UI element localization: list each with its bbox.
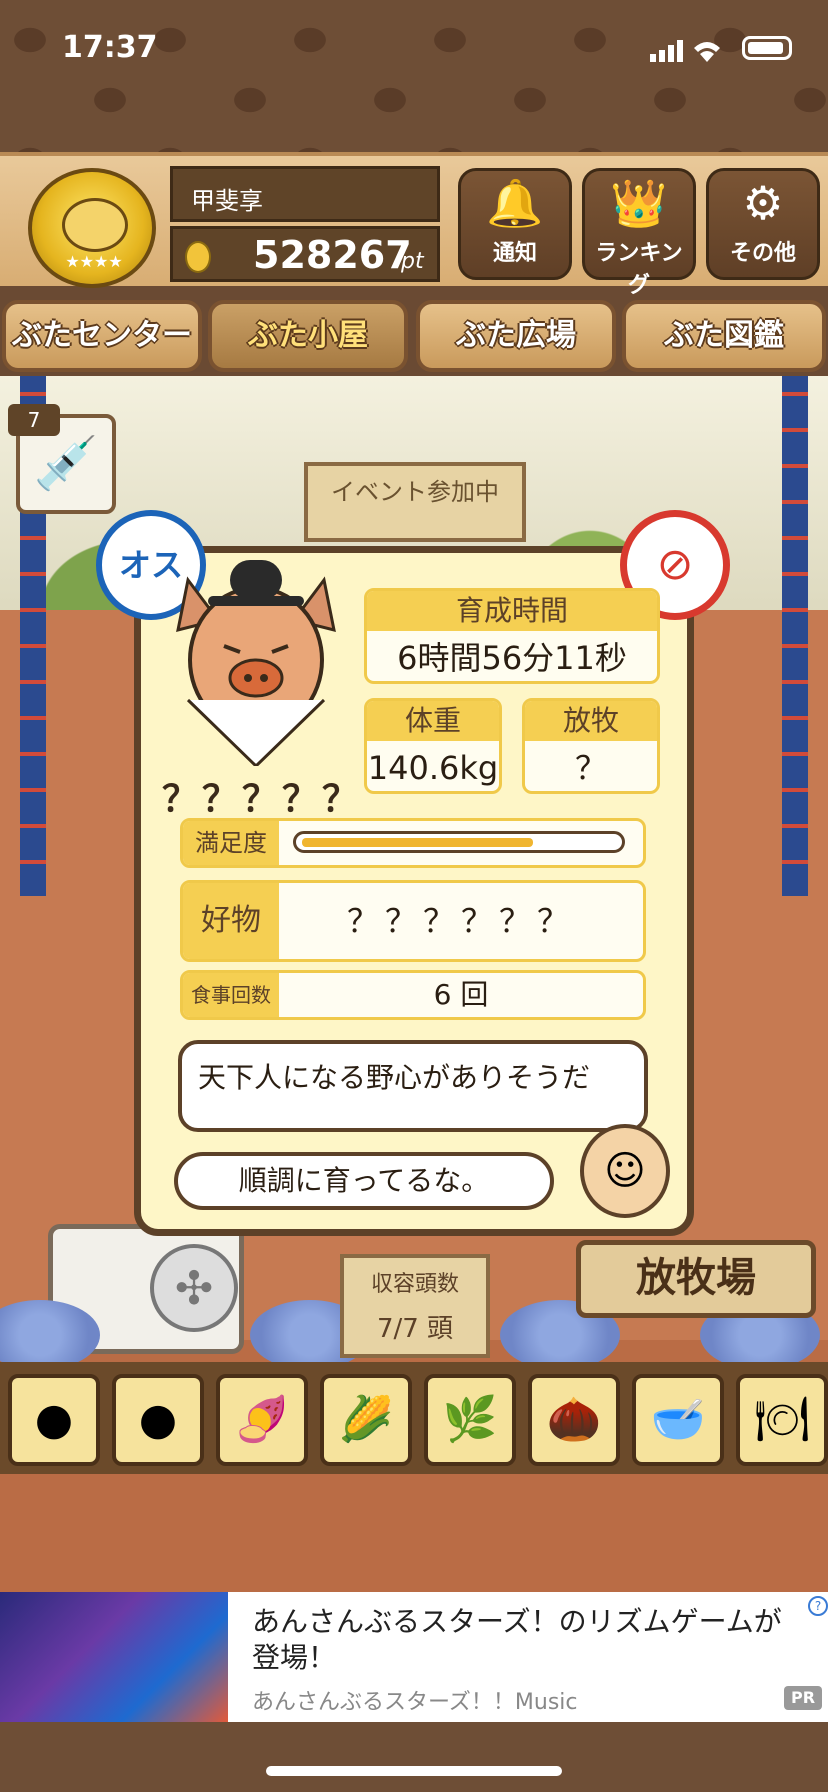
tab-buta-koya[interactable]: ぶた小屋 [208,300,408,372]
meals-value: 6 回 [433,978,489,1011]
notification-label: 通知 [492,241,537,266]
signal-wifi-icon [650,40,720,62]
grazing-value: ？ [574,749,607,787]
meals-label: 食事回数 [183,973,279,1017]
bottom-pattern-background [0,1722,828,1792]
ad-info-icon[interactable]: ? [808,1596,828,1616]
user-name: 甲斐享 [170,166,440,222]
pig-name: ？？？？？ [162,779,363,820]
growth-time-value: 6時間56分11秒 [397,639,627,677]
tab-buta-zukan[interactable]: ぶた図鑑 [622,300,826,372]
mixed-beans-icon[interactable]: ● [112,1374,204,1466]
ad-title[interactable]: あんさんぶるスターズ！のリズムゲームが登場！ [252,1604,792,1676]
coin-icon [185,241,211,273]
chestnut-plate-icon[interactable]: 🍽 [736,1374,828,1466]
farmer-speech-bubble: 順調に育ってるな。 [174,1152,554,1210]
grazing-label: 放牧 [525,701,657,741]
farmer-avatar: ☺ [580,1124,670,1218]
status-time: 17:37 [62,30,158,65]
capacity-value: 7/7 頭 [376,1314,454,1344]
other-button[interactable]: ⚙ その他 [706,168,820,280]
corn-icon[interactable]: 🌽 [320,1374,412,1466]
growth-time-card: 育成時間 6時間56分11秒 [364,588,660,684]
other-label: その他 [729,241,796,266]
satisfaction-label: 満足度 [183,821,279,865]
weight-card: 体重 140.6kg [364,698,502,794]
grain-bowl-icon[interactable]: 🥣 [632,1374,724,1466]
favorite-value: ？？？？？？ [346,902,575,940]
soybeans-icon[interactable]: ● [8,1374,100,1466]
satisfaction-bar [293,831,625,853]
acorn-icon[interactable]: 🌰 [528,1374,620,1466]
weight-label: 体重 [367,701,499,741]
points-box: 528267 pt [170,226,440,282]
ranking-label: ランキング [595,241,683,298]
satisfaction-bar-fill [302,838,533,847]
satisfaction-row: 満足度 [180,818,646,868]
fan-icon[interactable]: ✣ [150,1244,238,1332]
grazing-card: 放牧 ？ [522,698,660,794]
gear-icon: ⚙ [742,176,784,230]
points-unit: pt [401,249,424,274]
points-value: 528267 [253,233,412,277]
sweet-potato-icon[interactable]: 🍠 [216,1374,308,1466]
battery-icon [742,36,792,60]
pig-portrait [176,560,336,766]
ginkgo-icon[interactable]: 🌿 [424,1374,516,1466]
status-bar: 17:37 [0,0,828,100]
home-indicator[interactable] [266,1766,562,1776]
tab-buta-center[interactable]: ぶたセンター [2,300,202,372]
meal-count-row: 食事回数 6 回 [180,970,646,1020]
favorite-food-row: 好物 ？？？？？？ [180,880,646,962]
ad-pr-badge: PR [784,1686,822,1710]
ad-image[interactable] [0,1592,228,1722]
favorite-label: 好物 [183,883,279,959]
pasture-button[interactable]: 放牧場 [576,1240,816,1318]
capacity-label: 収容頭数 [370,1272,459,1297]
syringe-count: 7 [8,404,60,436]
ad-subtitle[interactable]: あんさんぶるスターズ！！Music [252,1684,578,1716]
ad-banner[interactable]: あんさんぶるスターズ！のリズムゲームが登場！ あんさんぶるスターズ！！Music… [0,1592,828,1722]
notification-button[interactable]: 🔔 通知 [458,168,572,280]
bell-icon: 🔔 [486,176,544,230]
ranking-button[interactable]: 👑 ランキング [582,168,696,298]
event-board: イベント参加中 [304,462,526,542]
right-pillar [782,376,808,896]
weight-value: 140.6kg [367,749,499,787]
crown-icon: 👑 [610,176,668,230]
tab-buta-hiroba[interactable]: ぶた広場 [416,300,616,372]
growth-time-label: 育成時間 [367,591,657,631]
syringe-icon: 💉 [33,434,99,494]
pig-comment-bubble: 天下人になる野心がありそうだ [178,1040,648,1132]
capacity-sign: 収容頭数 7/7 頭 [340,1254,490,1358]
pig-medal-avatar[interactable]: ★★★★ [28,168,156,288]
